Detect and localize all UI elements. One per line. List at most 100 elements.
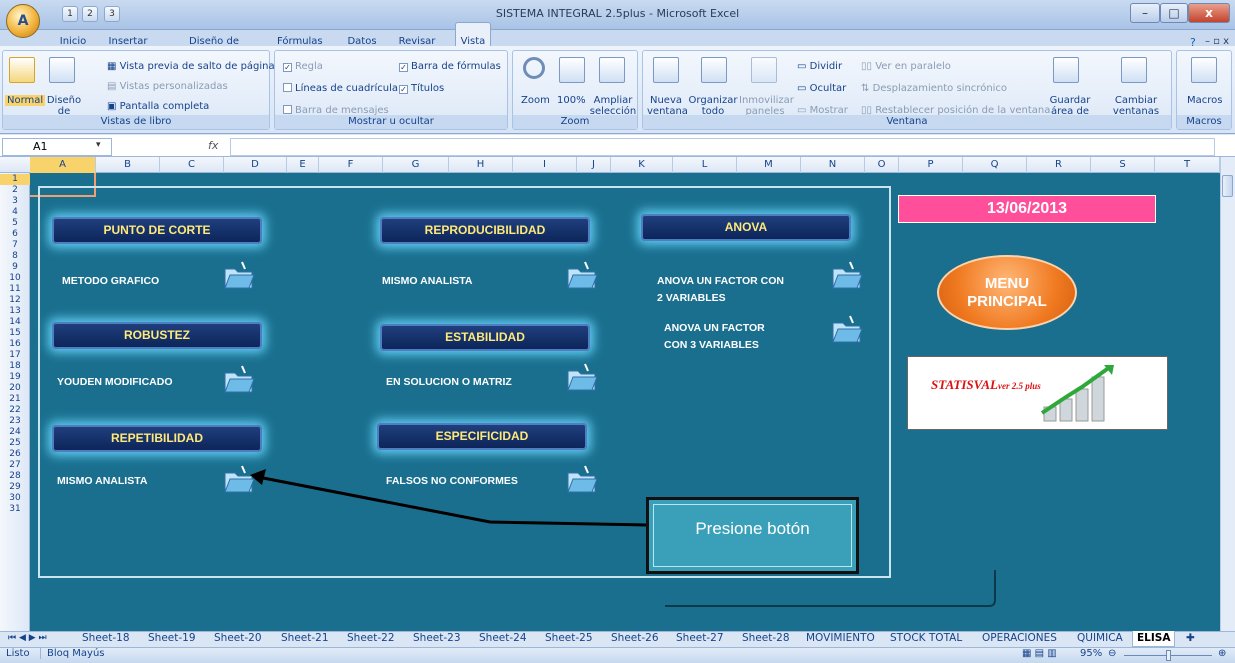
- zoom-in-icon[interactable]: ⊕: [1218, 648, 1226, 659]
- row-header[interactable]: 22: [0, 405, 30, 416]
- sheet-nav-arrows-icon[interactable]: ⏮ ◀ ▶ ⏭: [8, 631, 47, 647]
- sheet-tab[interactable]: Sheet-27: [676, 631, 724, 647]
- zoom-selection-button[interactable]: Ampliar selección: [589, 95, 637, 117]
- vertical-scrollbar[interactable]: [1220, 157, 1235, 631]
- sheet-tab[interactable]: STOCK TOTAL: [890, 631, 962, 647]
- page-break-preview-button[interactable]: ▦ Vista previa de salto de página: [107, 61, 275, 72]
- full-screen-button[interactable]: ▣ Pantalla completa: [107, 101, 209, 112]
- sheet-tab[interactable]: Sheet-26: [611, 631, 659, 647]
- row-header[interactable]: 25: [0, 438, 30, 449]
- row-header[interactable]: 2: [0, 185, 30, 196]
- sheet-tab[interactable]: Sheet-18: [82, 631, 130, 647]
- row-header[interactable]: 21: [0, 394, 30, 405]
- column-header[interactable]: D: [224, 157, 287, 173]
- sheet-tab[interactable]: OPERACIONES: [982, 631, 1057, 647]
- column-header[interactable]: F: [319, 157, 383, 173]
- column-header[interactable]: C: [160, 157, 224, 173]
- column-header[interactable]: S: [1091, 157, 1155, 173]
- hide-button[interactable]: ▭ Ocultar: [797, 83, 846, 94]
- zoom-button[interactable]: Zoom: [521, 95, 550, 106]
- minimize-button[interactable]: –: [1130, 3, 1160, 23]
- column-header[interactable]: A: [30, 157, 96, 173]
- side-by-side-button[interactable]: ▯▯ Ver en paralelo: [861, 61, 951, 72]
- status-zoom[interactable]: 95%: [1080, 648, 1102, 659]
- formula-bar-checkbox[interactable]: ✓ Barra de fórmulas: [399, 61, 501, 72]
- row-header[interactable]: 10: [0, 273, 30, 284]
- gridlines-checkbox[interactable]: Líneas de cuadrícula: [283, 83, 398, 94]
- sheet-tab[interactable]: Sheet-19: [148, 631, 196, 647]
- insert-sheet-icon[interactable]: ✚: [1186, 631, 1195, 647]
- row-header[interactable]: 6: [0, 229, 30, 240]
- name-box-dropdown-icon[interactable]: ▾: [96, 140, 101, 150]
- row-header[interactable]: 17: [0, 350, 30, 361]
- maximize-button[interactable]: □: [1160, 3, 1188, 23]
- row-header[interactable]: 15: [0, 328, 30, 339]
- row-header[interactable]: 5: [0, 218, 30, 229]
- column-header[interactable]: P: [899, 157, 963, 173]
- row-header[interactable]: 16: [0, 339, 30, 350]
- column-header[interactable]: I: [513, 157, 577, 173]
- folder-open-icon[interactable]: [830, 314, 864, 344]
- scrollbar-thumb[interactable]: [1222, 175, 1233, 197]
- row-header[interactable]: 14: [0, 317, 30, 328]
- row-header[interactable]: 20: [0, 383, 30, 394]
- column-header[interactable]: M: [737, 157, 801, 173]
- row-header[interactable]: 4: [0, 207, 30, 218]
- close-button[interactable]: x: [1188, 3, 1230, 23]
- column-header[interactable]: L: [673, 157, 737, 173]
- new-window-button[interactable]: Nueva ventana: [647, 95, 688, 117]
- sync-scroll-button[interactable]: ⇅ Desplazamiento sincrónico: [861, 83, 1007, 94]
- row-header[interactable]: 31: [0, 504, 30, 515]
- sheet-tab[interactable]: Sheet-24: [479, 631, 527, 647]
- folder-open-icon[interactable]: [222, 260, 256, 290]
- view-switcher-icon[interactable]: ▦ ▤ ▥: [1022, 648, 1057, 659]
- column-header[interactable]: K: [611, 157, 673, 173]
- sheet-tab[interactable]: Sheet-23: [413, 631, 461, 647]
- freeze-panes-button[interactable]: Inmovilizar paneles: [739, 95, 794, 117]
- column-header[interactable]: Q: [963, 157, 1027, 173]
- split-button[interactable]: ▭ Dividir: [797, 61, 842, 72]
- sheet-tab[interactable]: MOVIMIENTO: [806, 631, 875, 647]
- column-header[interactable]: H: [449, 157, 513, 173]
- switch-windows-button[interactable]: Cambiar ventanas: [1105, 95, 1167, 117]
- row-header[interactable]: 3: [0, 196, 30, 207]
- column-header[interactable]: J: [577, 157, 611, 173]
- fx-icon[interactable]: fx: [208, 139, 218, 152]
- macros-button[interactable]: Macros: [1187, 95, 1222, 106]
- column-header[interactable]: G: [383, 157, 449, 173]
- column-header[interactable]: E: [287, 157, 319, 173]
- sheet-tab[interactable]: Sheet-22: [347, 631, 395, 647]
- normal-view-button[interactable]: Normal: [5, 95, 46, 106]
- row-header[interactable]: 1: [0, 174, 30, 185]
- sheet-tab[interactable]: Sheet-21: [281, 631, 329, 647]
- row-header[interactable]: 18: [0, 361, 30, 372]
- column-header[interactable]: O: [865, 157, 899, 173]
- row-header[interactable]: 24: [0, 427, 30, 438]
- row-header[interactable]: 28: [0, 471, 30, 482]
- folder-open-icon[interactable]: [565, 260, 599, 290]
- row-header[interactable]: 9: [0, 262, 30, 273]
- folder-open-icon[interactable]: [830, 260, 864, 290]
- folder-open-icon[interactable]: [222, 364, 256, 394]
- row-header[interactable]: 12: [0, 295, 30, 306]
- headings-checkbox[interactable]: ✓ Títulos: [399, 83, 444, 94]
- ruler-checkbox[interactable]: ✓ Regla: [283, 61, 323, 72]
- column-header[interactable]: N: [801, 157, 865, 173]
- row-header[interactable]: 29: [0, 482, 30, 493]
- row-header[interactable]: 26: [0, 449, 30, 460]
- sheet-tab[interactable]: Sheet-20: [214, 631, 262, 647]
- zoom-100-button[interactable]: 100%: [557, 95, 586, 106]
- sheet-tab[interactable]: QUIMICA: [1077, 631, 1123, 647]
- zoom-slider-thumb[interactable]: [1166, 650, 1171, 661]
- custom-views-button[interactable]: ▤ Vistas personalizadas: [107, 81, 228, 92]
- sheet-tab-active[interactable]: ELISA: [1132, 631, 1176, 647]
- row-header[interactable]: 11: [0, 284, 30, 295]
- formula-input[interactable]: [230, 138, 1215, 156]
- sheet-tab[interactable]: Sheet-25: [545, 631, 593, 647]
- column-header[interactable]: R: [1027, 157, 1091, 173]
- arrange-all-button[interactable]: Organizar todo: [687, 95, 739, 117]
- folder-open-icon[interactable]: [565, 362, 599, 392]
- column-header[interactable]: B: [96, 157, 160, 173]
- row-header[interactable]: 8: [0, 251, 30, 262]
- sheet-tab[interactable]: Sheet-28: [742, 631, 790, 647]
